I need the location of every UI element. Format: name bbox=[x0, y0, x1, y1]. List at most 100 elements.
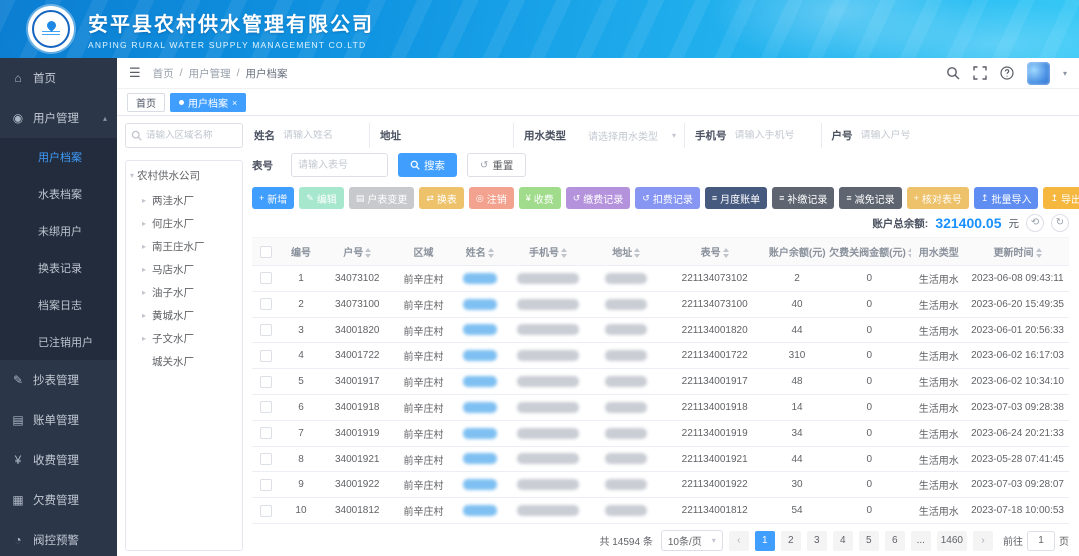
row-checkbox[interactable] bbox=[260, 401, 273, 414]
row-checkbox[interactable] bbox=[260, 478, 273, 491]
sidebar-subitem-用户档案[interactable]: 用户档案 bbox=[0, 138, 117, 175]
reset-button[interactable]: ↺ 重置 bbox=[467, 153, 527, 178]
toolbar-button-扣费记录[interactable]: ↺ 扣费记录 bbox=[635, 187, 700, 209]
sort-icon[interactable] bbox=[365, 248, 372, 259]
toolbar-button-批量导入[interactable]: ↥ 批量导入 bbox=[973, 187, 1039, 209]
sync-button[interactable]: ↻ bbox=[1051, 214, 1069, 233]
toolbar-button-导出[interactable]: ↥ 导出 bbox=[1043, 187, 1079, 209]
sidebar-subitem-未绑用户[interactable]: 未绑用户 bbox=[0, 212, 117, 249]
row-checkbox[interactable] bbox=[260, 324, 273, 337]
toolbar-button-缴费记录[interactable]: ↺ 缴费记录 bbox=[565, 187, 631, 209]
toolbar-button-注销[interactable]: ◎ 注销 bbox=[468, 187, 514, 209]
meter-input[interactable] bbox=[291, 153, 388, 178]
breadcrumb-item[interactable]: 用户管理 bbox=[189, 66, 231, 81]
column-header-更新时间[interactable]: 更新时间 bbox=[966, 237, 1069, 267]
button-label: 批量导入 bbox=[991, 194, 1032, 206]
refresh-balance-button[interactable]: ⟲ bbox=[1026, 214, 1044, 233]
toolbar-button-换表[interactable]: ⇄ 换表 bbox=[419, 187, 464, 209]
toolbar-button-补缴记录[interactable]: ≡ 补缴记录 bbox=[772, 187, 835, 209]
tree-node-南王庄水厂[interactable]: ▸ 南王庄水厂 bbox=[130, 235, 238, 258]
row-checkbox[interactable] bbox=[260, 272, 273, 285]
toolbar-button-月度账单[interactable]: ≡ 月度账单 bbox=[704, 187, 768, 209]
toolbar-button-编辑[interactable]: ✎ 编辑 bbox=[299, 187, 344, 209]
column-header-户号[interactable]: 户号 bbox=[321, 237, 394, 267]
sidebar-subitem-已注销用户[interactable]: 已注销用户 bbox=[0, 323, 117, 360]
account-input[interactable] bbox=[860, 129, 939, 141]
column-header-姓名[interactable]: 姓名 bbox=[453, 237, 506, 267]
sidebar-item-抄表管理[interactable]: ✎ 抄表管理 bbox=[0, 360, 117, 400]
page-button-2[interactable]: 2 bbox=[780, 530, 801, 551]
breadcrumb-item[interactable]: 首页 bbox=[153, 66, 174, 81]
column-header-地址[interactable]: 地址 bbox=[590, 237, 663, 267]
avatar-caret-icon[interactable]: ▾ bbox=[1063, 69, 1067, 78]
column-header-欠费关阀金额(元)[interactable]: 欠费关阀金额(元) bbox=[827, 237, 912, 267]
column-header-手机号[interactable]: 手机号 bbox=[505, 237, 591, 267]
row-checkbox[interactable] bbox=[260, 298, 273, 311]
sidebar-item-收费管理[interactable]: ¥ 收费管理 bbox=[0, 440, 117, 480]
tab-label: 用户档案 bbox=[188, 99, 228, 110]
user-avatar[interactable] bbox=[1026, 61, 1050, 85]
region-search-input[interactable] bbox=[146, 130, 237, 141]
tab-close-icon[interactable]: × bbox=[232, 98, 237, 108]
tree-node-油子水厂[interactable]: ▸ 油子水厂 bbox=[130, 281, 238, 304]
tree-node-子文水厂[interactable]: ▸ 子文水厂 bbox=[130, 327, 238, 350]
search-button[interactable]: 搜索 bbox=[398, 153, 457, 178]
select-all-checkbox[interactable] bbox=[260, 245, 273, 258]
sort-icon[interactable] bbox=[560, 248, 567, 259]
address-input[interactable] bbox=[409, 129, 505, 141]
tab-用户档案[interactable]: 用户档案 × bbox=[170, 93, 247, 112]
tree-root-node[interactable]: ▾ 农村供水公司 bbox=[130, 168, 238, 183]
phone-input[interactable] bbox=[734, 129, 813, 141]
button-label: 核对表号 bbox=[921, 194, 962, 206]
tree-node-城关水厂[interactable]: 城关水厂 bbox=[130, 350, 238, 373]
sort-icon[interactable] bbox=[634, 248, 641, 259]
page-button-1460[interactable]: 1460 bbox=[936, 530, 967, 551]
page-button-1[interactable]: 1 bbox=[754, 530, 775, 551]
sort-icon[interactable] bbox=[907, 248, 912, 259]
sidebar-collapse-icon[interactable]: ☰ bbox=[129, 65, 141, 81]
sidebar-item-用户管理[interactable]: ◉ 用户管理 ▴ bbox=[0, 98, 117, 138]
page-size-select[interactable]: 10条/页 ▾ bbox=[660, 530, 723, 551]
column-header-账户余额(元)[interactable]: 账户余额(元) bbox=[766, 237, 828, 267]
page-button-6[interactable]: 6 bbox=[884, 530, 905, 551]
tree-node-两洼水厂[interactable]: ▸ 两洼水厂 bbox=[130, 189, 238, 212]
sidebar-subitem-换表记录[interactable]: 换表记录 bbox=[0, 249, 117, 286]
toolbar-button-减免记录[interactable]: ≡ 减免记录 bbox=[839, 187, 902, 209]
name-input[interactable] bbox=[283, 129, 361, 141]
page-button-5[interactable]: 5 bbox=[858, 530, 879, 551]
toolbar-button-收费[interactable]: ¥ 收费 bbox=[518, 187, 561, 209]
tab-首页[interactable]: 首页 bbox=[127, 93, 165, 112]
column-header-表号[interactable]: 表号 bbox=[662, 237, 767, 267]
row-select-cell bbox=[252, 497, 281, 524]
sidebar-item-账单管理[interactable]: ▤ 账单管理 bbox=[0, 400, 117, 440]
sidebar-subitem-档案日志[interactable]: 档案日志 bbox=[0, 286, 117, 323]
tree-node-label: 南王庄水厂 bbox=[152, 241, 205, 253]
toolbar-button-户表变更[interactable]: ▤ 户表变更 bbox=[348, 187, 415, 209]
tree-node-黄城水厂[interactable]: ▸ 黄城水厂 bbox=[130, 304, 238, 327]
sidebar-item-首页[interactable]: ⌂ 首页 bbox=[0, 58, 117, 98]
fullscreen-icon[interactable] bbox=[973, 66, 987, 80]
row-checkbox[interactable] bbox=[260, 349, 273, 362]
page-button-3[interactable]: 3 bbox=[806, 530, 827, 551]
sort-icon[interactable] bbox=[722, 248, 729, 259]
tree-node-马店水厂[interactable]: ▸ 马店水厂 bbox=[130, 258, 238, 281]
sidebar-subitem-水表档案[interactable]: 水表档案 bbox=[0, 175, 117, 212]
sort-icon[interactable] bbox=[487, 248, 494, 259]
sort-icon[interactable] bbox=[1035, 248, 1042, 259]
help-icon[interactable] bbox=[1000, 66, 1014, 80]
toolbar-button-核对表号[interactable]: + 核对表号 bbox=[906, 187, 969, 209]
toolbar-button-新增[interactable]: + 新增 bbox=[252, 187, 295, 209]
row-checkbox[interactable] bbox=[260, 427, 273, 440]
row-checkbox[interactable] bbox=[260, 504, 273, 517]
sidebar-item-欠费管理[interactable]: ▦ 欠费管理 bbox=[0, 480, 117, 520]
prev-page-button[interactable]: ‹ bbox=[728, 530, 749, 551]
row-checkbox[interactable] bbox=[260, 453, 273, 465]
next-page-button[interactable]: › bbox=[973, 530, 993, 551]
tree-node-何庄水厂[interactable]: ▸ 何庄水厂 bbox=[130, 212, 238, 235]
water-type-select[interactable]: 用水类型 请选择用水类型 ▾ bbox=[513, 123, 684, 148]
goto-page-input[interactable] bbox=[1027, 530, 1055, 551]
page-button-4[interactable]: 4 bbox=[832, 530, 853, 551]
row-checkbox[interactable] bbox=[260, 375, 273, 388]
search-icon[interactable] bbox=[946, 66, 960, 80]
sidebar-item-阀控预警[interactable]: ◔ 阀控预警 bbox=[0, 520, 117, 556]
